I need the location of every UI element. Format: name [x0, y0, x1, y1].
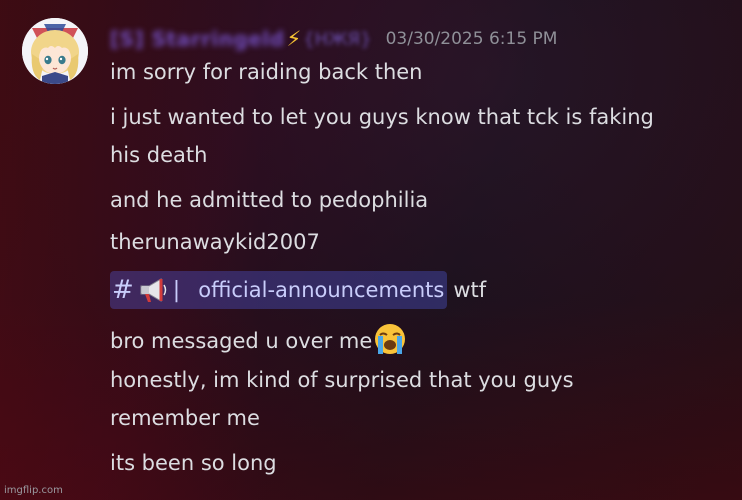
- message-text: bro messaged u over me: [110, 329, 373, 353]
- username[interactable]: [S] Starringeld: [110, 27, 284, 51]
- message-text: wtf: [453, 278, 487, 302]
- loudly-crying-face-icon: [375, 324, 406, 354]
- message-line: bro messaged u over me: [110, 322, 407, 356]
- channel-separator: |: [172, 277, 181, 303]
- message-line: his death: [110, 143, 208, 167]
- channel-name: official-announcements: [198, 278, 445, 302]
- timestamp: 03/30/2025 6:15 PM: [385, 29, 558, 49]
- avatar-image: [22, 18, 88, 84]
- message-header: [S] Starringeld ⚡ {HЖЯ} 03/30/2025 6:15 …: [110, 24, 557, 54]
- message-line: i just wanted to let you guys know that …: [110, 105, 654, 129]
- username-tag: {HЖЯ}: [303, 28, 372, 50]
- message-line: and he admitted to pedophilia: [110, 188, 429, 212]
- lightning-bolt-icon: ⚡: [286, 27, 302, 51]
- message-line: im sorry for raiding back then: [110, 60, 423, 84]
- message-line: honestly, im kind of surprised that you …: [110, 368, 574, 392]
- message-line: its been so long: [110, 451, 277, 475]
- avatar[interactable]: [22, 18, 88, 84]
- message-line: therunawaykid2007: [110, 230, 320, 254]
- message-line: remember me: [110, 406, 260, 430]
- channel-hash-icon: #: [112, 275, 134, 305]
- watermark: imgflip.com: [4, 485, 63, 496]
- megaphone-icon: [140, 278, 167, 302]
- chat-message: [S] Starringeld ⚡ {HЖЯ} 03/30/2025 6:15 …: [0, 0, 742, 500]
- message-line-mention: # | official-announcements wtf: [110, 271, 486, 309]
- channel-mention[interactable]: # | official-announcements: [110, 271, 448, 309]
